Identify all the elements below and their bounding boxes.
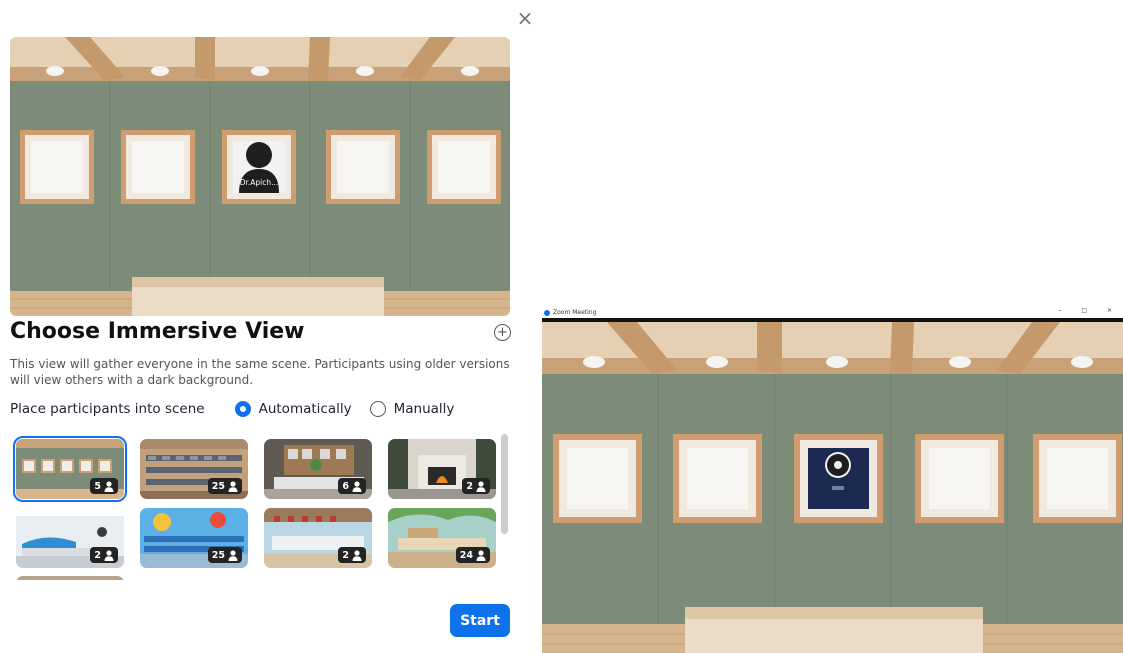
- scene-preview: Dr.Apich...: [10, 37, 510, 316]
- scene-thumb-gallery[interactable]: 5: [13, 436, 127, 502]
- add-icon[interactable]: +: [494, 324, 511, 341]
- person-icon: [352, 480, 362, 492]
- person-icon: [476, 549, 486, 561]
- capacity-badge: 2: [338, 547, 366, 563]
- window-controls[interactable]: – □ ×: [1058, 307, 1121, 314]
- capacity-badge: 5: [90, 478, 118, 494]
- meeting-titlebar: Zoom Meeting – □ ×: [542, 307, 1123, 318]
- automatically-label: Automatically: [258, 401, 352, 417]
- person-icon: [104, 480, 114, 492]
- scene-thumb-auditorium[interactable]: 25: [140, 439, 248, 499]
- scene-grid: 5 25 6 2 2 25 2 24: [10, 434, 502, 580]
- person-icon: [104, 549, 114, 561]
- start-button[interactable]: Start: [450, 604, 510, 637]
- close-icon[interactable]: ×: [516, 8, 534, 28]
- scene-thumb-partial[interactable]: [16, 576, 124, 580]
- scene-thumb-office[interactable]: 6: [264, 439, 372, 499]
- scene-grid-scrollbar[interactable]: [501, 434, 508, 534]
- automatically-radio[interactable]: [234, 401, 251, 417]
- automatically-option[interactable]: Automatically: [234, 401, 352, 417]
- person-icon: [228, 549, 238, 561]
- capacity-badge: 2: [462, 478, 490, 494]
- person-icon: [228, 480, 238, 492]
- capacity-badge: 2: [90, 547, 118, 563]
- capacity-badge: 24: [455, 547, 490, 563]
- capacity-badge: 25: [207, 478, 242, 494]
- dialog-title: Choose Immersive View: [10, 319, 305, 344]
- meeting-window: Zoom Meeting – □ ×: [542, 307, 1123, 653]
- manually-radio[interactable]: [369, 401, 386, 417]
- manually-label: Manually: [393, 401, 455, 417]
- capacity-badge: 25: [207, 547, 242, 563]
- place-participants-label: Place participants into scene: [10, 401, 205, 417]
- scene-thumb-bright-office[interactable]: 2: [16, 508, 124, 568]
- immersive-scene: [542, 318, 1123, 653]
- person-icon: [476, 480, 486, 492]
- manually-option[interactable]: Manually: [369, 401, 455, 417]
- person-icon: [352, 549, 362, 561]
- zoom-app-icon: [544, 309, 550, 316]
- meeting-window-title: Zoom Meeting: [553, 309, 597, 316]
- participant-nameplate: Dr.Apich...: [239, 178, 279, 187]
- dialog-description: This view will gather everyone in the sa…: [10, 357, 510, 387]
- capacity-badge: 6: [338, 478, 366, 494]
- scene-thumb-classroom[interactable]: 25: [140, 508, 248, 568]
- placement-options: Place participants into scene Automatica…: [10, 398, 510, 420]
- scene-thumb-cafe[interactable]: 2: [264, 508, 372, 568]
- scene-thumb-fireplace[interactable]: 2: [388, 439, 496, 499]
- scene-thumb-lounge[interactable]: 24: [388, 508, 496, 568]
